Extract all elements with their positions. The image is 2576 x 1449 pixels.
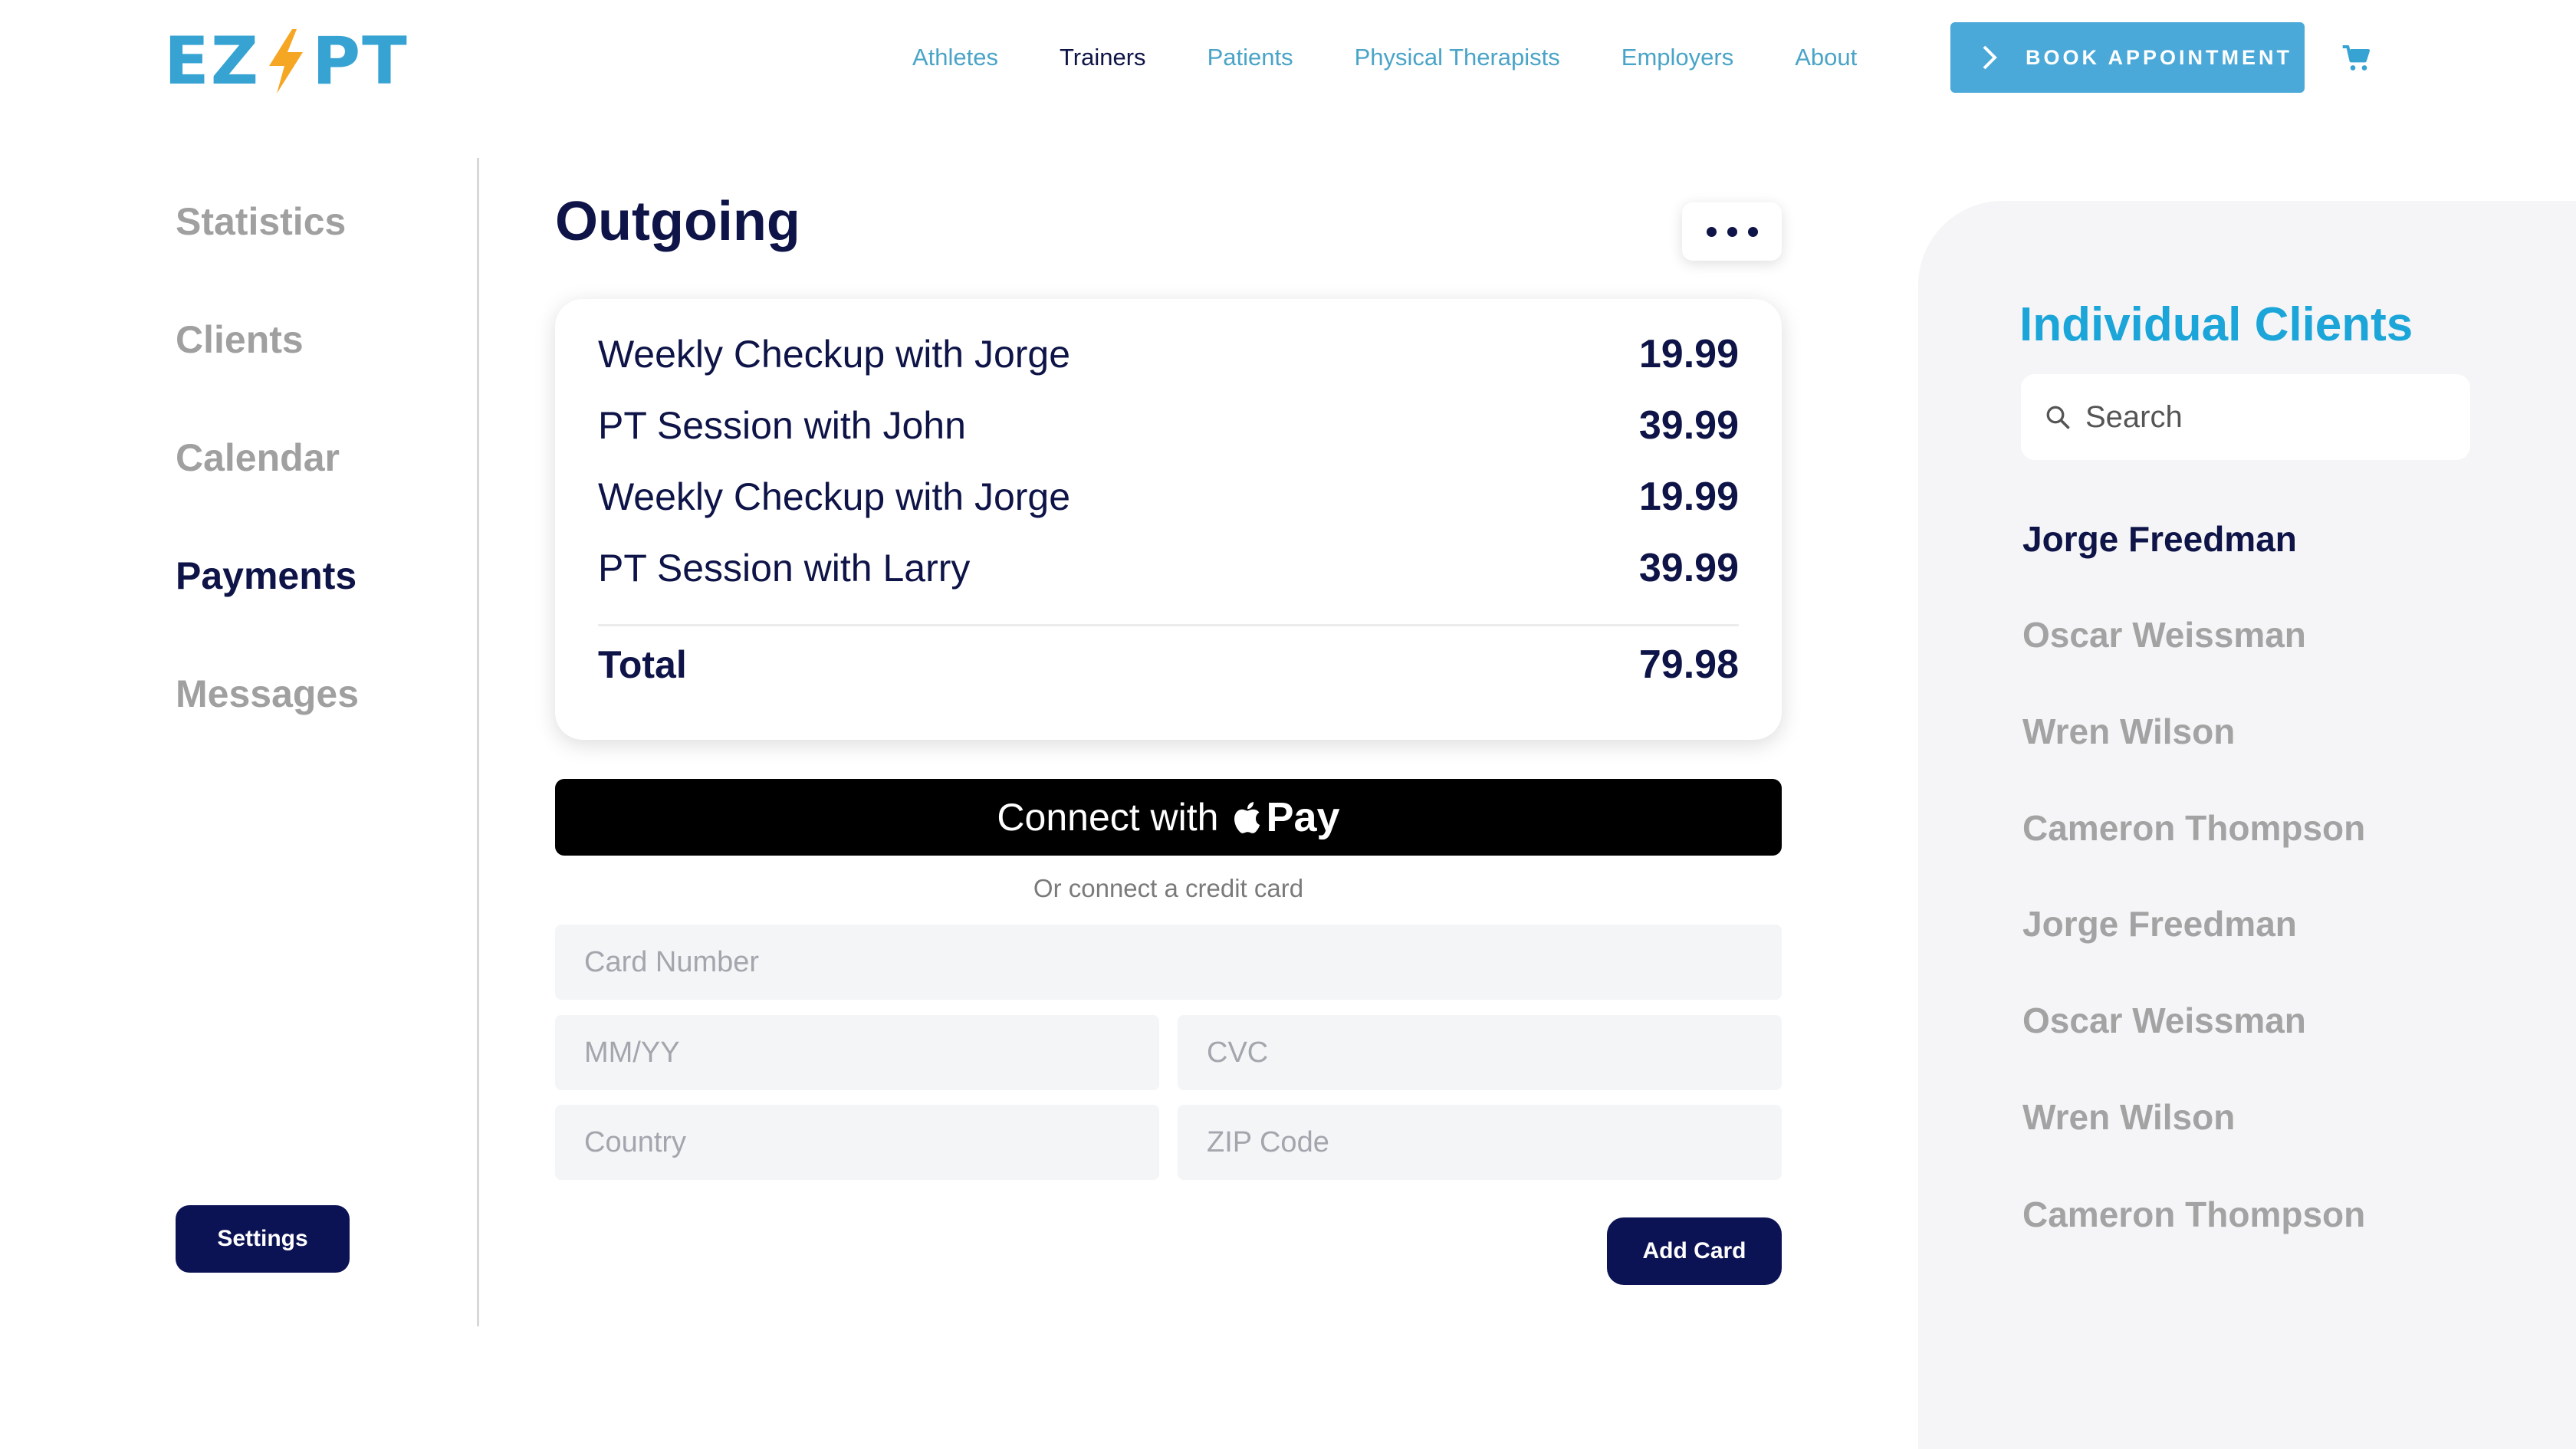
client-item[interactable]: Oscar Weissman [2022,1000,2306,1041]
nav-patients[interactable]: Patients [1208,44,1293,71]
card-number-input[interactable] [555,925,1782,1000]
total-amount: 79.98 [1638,642,1739,687]
top-nav: Athletes Trainers Patients Physical Ther… [912,38,1918,77]
or-connect-card-text: Or connect a credit card [1033,874,1304,902]
zip-code-input[interactable] [1178,1105,1782,1180]
apple-pay-word: Pay [1266,794,1340,840]
total-divider [598,624,1739,626]
payment-row: Weekly Checkup with Jorge 19.99 [598,331,1739,377]
apple-pay-prefix: Connect with [997,796,1219,839]
search-input[interactable] [2085,399,2453,435]
country-input[interactable] [555,1105,1159,1180]
payment-amount: 19.99 [1638,475,1739,519]
payment-amount: 39.99 [1638,546,1739,590]
sidebar-item-clients[interactable]: Clients [176,317,304,362]
total-row: Total 79.98 [598,642,1739,688]
client-item[interactable]: Cameron Thompson [2022,807,2365,849]
page-title: Outgoing [555,191,800,252]
client-item[interactable]: Jorge Freedman [2022,518,2297,560]
nav-employers[interactable]: Employers [1622,44,1733,71]
nav-trainers[interactable]: Trainers [1060,44,1146,71]
nav-athletes[interactable]: Athletes [912,44,998,71]
expiry-input[interactable] [555,1015,1159,1090]
client-item[interactable]: Jorge Freedman [2022,903,2297,945]
chevron-right-icon [1983,45,1997,70]
client-item[interactable]: Wren Wilson [2022,1096,2235,1138]
cvc-input[interactable] [1178,1015,1782,1090]
client-search-box[interactable] [2021,374,2470,460]
sidebar-divider [477,158,479,1326]
outgoing-payments-card: Weekly Checkup with Jorge 19.99 PT Sessi… [555,299,1782,740]
search-icon [2046,406,2070,429]
settings-button[interactable]: Settings [176,1205,350,1273]
sidebar-item-payments[interactable]: Payments [176,554,356,598]
client-item[interactable]: Wren Wilson [2022,711,2235,752]
more-dots-icon [1706,226,1717,237]
payment-amount: 39.99 [1638,403,1739,448]
logo-text-left: EZ [164,23,261,100]
client-item[interactable]: Cameron Thompson [2022,1194,2365,1235]
sidebar-item-statistics[interactable]: Statistics [176,199,346,244]
nav-about[interactable]: About [1795,44,1857,71]
payment-row: Weekly Checkup with Jorge 19.99 [598,474,1739,520]
client-item[interactable]: Oscar Weissman [2022,614,2306,656]
apple-logo-icon [1234,802,1260,833]
total-label: Total [598,643,687,686]
clients-panel-title: Individual Clients [2019,298,2413,351]
payment-label: PT Session with John [598,404,966,447]
payment-label: Weekly Checkup with Jorge [598,475,1071,518]
cart-icon[interactable] [2341,43,2372,74]
sidebar-item-messages[interactable]: Messages [176,672,359,716]
logo-text-right: PT [312,23,409,100]
payment-label: Weekly Checkup with Jorge [598,333,1071,376]
apple-pay-button[interactable]: Connect with Pay [555,779,1782,856]
nav-physical-therapists[interactable]: Physical Therapists [1355,44,1560,71]
book-appointment-label: BOOK APPOINTMENT [2026,45,2293,69]
more-options-button[interactable] [1682,202,1782,261]
payment-row: PT Session with John 39.99 [598,402,1739,449]
ezpt-logo[interactable]: EZ PT [164,23,409,100]
lightning-bolt-icon [269,29,304,94]
book-appointment-button[interactable]: BOOK APPOINTMENT [1950,22,2305,93]
payment-label: PT Session with Larry [598,547,971,590]
sidebar-item-calendar[interactable]: Calendar [176,435,340,480]
payment-row: PT Session with Larry 39.99 [598,545,1739,591]
payment-amount: 19.99 [1638,332,1739,376]
add-card-button[interactable]: Add Card [1607,1217,1782,1285]
